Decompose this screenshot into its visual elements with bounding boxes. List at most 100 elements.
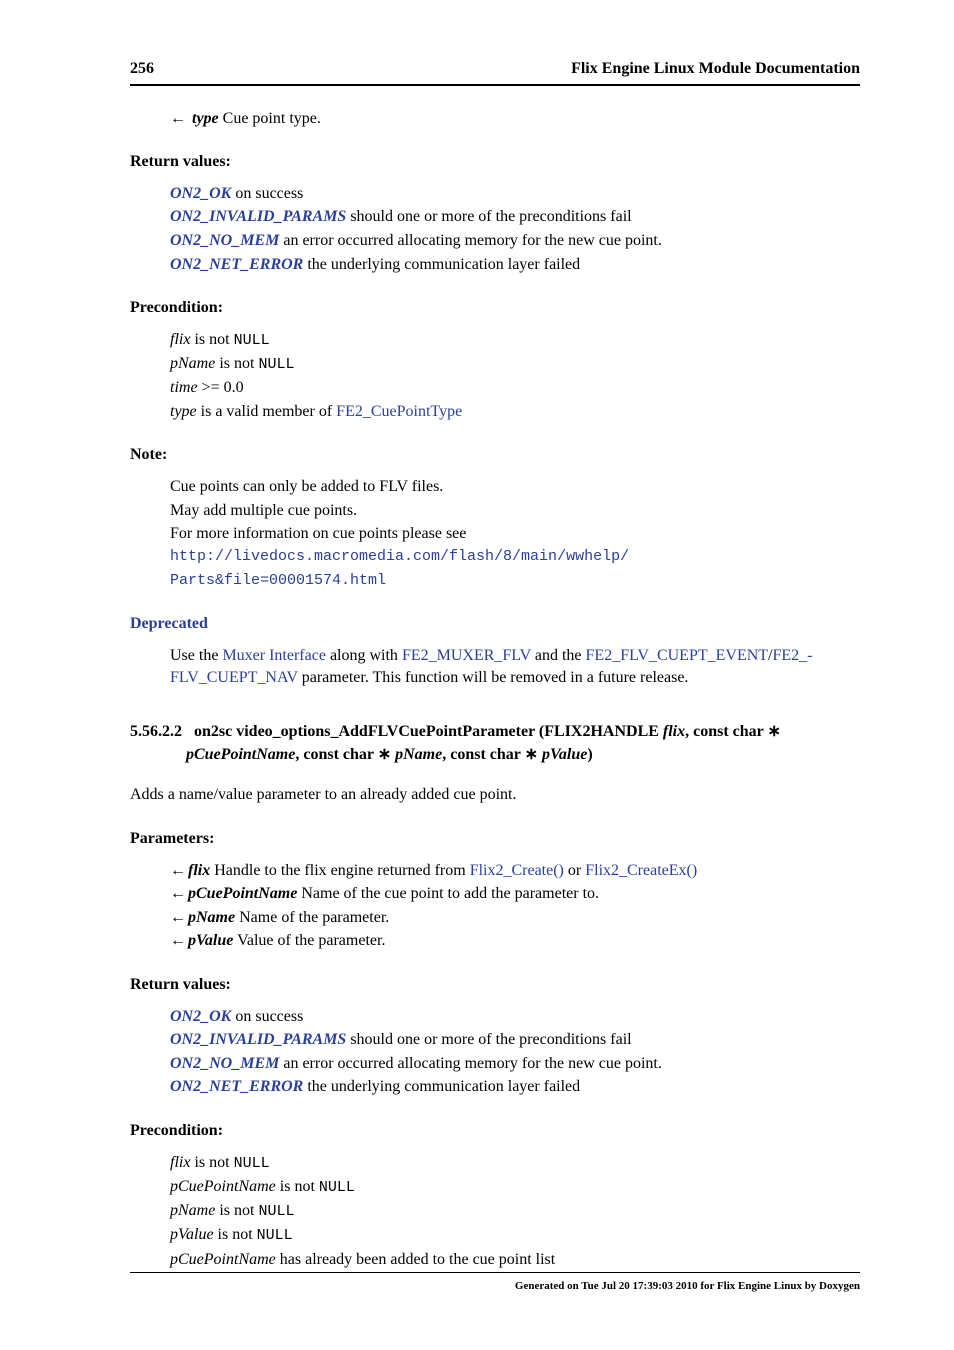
section-5-56-2-2: 5.56.2.2 on2sc video_options_AddFLVCuePo… bbox=[130, 720, 860, 766]
retval-row: ON2_INVALID_PARAMS should one or more of… bbox=[170, 206, 860, 228]
param-text: or bbox=[564, 862, 585, 879]
return-values-block-2: ON2_OK on success ON2_INVALID_PARAMS sho… bbox=[170, 1006, 860, 1098]
parameters-block: ←flix Handle to the flix engine returned… bbox=[170, 860, 860, 952]
precond-var: time bbox=[170, 379, 198, 396]
dep-text: Use the bbox=[170, 647, 222, 664]
param-desc: Name of the cue point to add the paramet… bbox=[301, 885, 599, 902]
retval-key: ON2_OK bbox=[170, 1008, 231, 1025]
note-line: May add multiple cue points. bbox=[170, 500, 860, 522]
precond-text: is a valid member of bbox=[197, 403, 337, 420]
note-text: For more information on cue points pleas… bbox=[170, 525, 466, 542]
dep-text: and the bbox=[531, 647, 586, 664]
param-row: ←flix Handle to the flix engine returned… bbox=[170, 860, 860, 882]
arrow-icon: ← bbox=[170, 108, 188, 130]
precond-null: NULL bbox=[258, 356, 294, 373]
precond-var: pValue bbox=[170, 1226, 214, 1243]
arrow-icon: ← bbox=[170, 930, 188, 952]
param-name: pValue bbox=[188, 932, 233, 949]
retval-key: ON2_INVALID_PARAMS bbox=[170, 208, 346, 225]
precond-null: NULL bbox=[319, 1179, 355, 1196]
param-name: type bbox=[192, 110, 219, 127]
heading-precondition-1: Precondition: bbox=[130, 297, 860, 319]
param-link[interactable]: Flix2_CreateEx() bbox=[585, 862, 697, 879]
precond-var: type bbox=[170, 403, 197, 420]
footer-text: Generated on Tue Jul 20 17:39:03 2010 fo… bbox=[130, 1279, 860, 1294]
heading-deprecated[interactable]: Deprecated bbox=[130, 613, 860, 635]
retval-desc: the underlying communication layer faile… bbox=[307, 1078, 580, 1095]
header-rule-bot bbox=[130, 85, 860, 86]
retval-key: ON2_NET_ERROR bbox=[170, 1078, 303, 1095]
page-footer: Generated on Tue Jul 20 17:39:03 2010 fo… bbox=[130, 1264, 860, 1294]
retval-key: ON2_OK bbox=[170, 185, 231, 202]
note-url[interactable]: http://livedocs.macromedia.com/flash/8/m… bbox=[170, 548, 629, 565]
sig-param: pValue bbox=[542, 746, 587, 763]
note-url-cont[interactable]: Parts&file=00001574.html bbox=[170, 572, 386, 589]
retval-key: ON2_NO_MEM bbox=[170, 232, 279, 249]
retval-key: ON2_NET_ERROR bbox=[170, 256, 303, 273]
retval-row: ON2_OK on success bbox=[170, 1006, 860, 1028]
retval-desc: the underlying communication layer faile… bbox=[307, 256, 580, 273]
precond-null: NULL bbox=[234, 1155, 270, 1172]
param-name: pCuePointName bbox=[188, 885, 297, 902]
heading-return-values-2: Return values: bbox=[130, 974, 860, 996]
precond-line: pValue is not NULL bbox=[170, 1224, 860, 1246]
sig-text: , const char ∗ bbox=[442, 746, 542, 763]
deprecated-block: Use the Muxer Interface along with FE2_M… bbox=[170, 645, 860, 688]
precond-link[interactable]: FE2_CuePointType bbox=[336, 403, 462, 420]
retval-desc: on success bbox=[235, 1008, 303, 1025]
dep-link-cuept-nav[interactable]: FLV_CUEPT_NAV bbox=[170, 669, 298, 686]
param-desc: Name of the parameter. bbox=[239, 909, 389, 926]
param-text: Handle to the flix engine returned from bbox=[214, 862, 469, 879]
precond-var: pCuePointName bbox=[170, 1178, 276, 1195]
precond-text: is not bbox=[215, 1202, 258, 1219]
param-name: pName bbox=[188, 909, 235, 926]
retval-desc: on success bbox=[235, 185, 303, 202]
sig-text: ) bbox=[587, 746, 592, 763]
arrow-icon: ← bbox=[170, 883, 188, 905]
sig-param: pName bbox=[395, 746, 442, 763]
precond-null: NULL bbox=[258, 1203, 294, 1220]
param-row: ←pCuePointName Name of the cue point to … bbox=[170, 883, 860, 905]
sig-param: pCuePointName bbox=[186, 746, 295, 763]
page-title: Flix Engine Linux Module Documentation bbox=[571, 58, 860, 80]
section-description: Adds a name/value parameter to an alread… bbox=[130, 784, 860, 806]
dep-link-cuept-event[interactable]: FE2_FLV_CUEPT_EVENT bbox=[586, 647, 769, 664]
heading-return-values-1: Return values: bbox=[130, 151, 860, 173]
sig-text: on2sc video_options_AddFLVCuePointParame… bbox=[194, 723, 663, 740]
retval-desc: an error occurred allocating memory for … bbox=[283, 232, 662, 249]
footer-rule bbox=[130, 1272, 860, 1273]
precond-var: flix bbox=[170, 1154, 190, 1171]
param-desc: Value of the parameter. bbox=[237, 932, 385, 949]
section-number: 5.56.2.2 bbox=[130, 723, 182, 740]
precond-var: pName bbox=[170, 1202, 215, 1219]
page-number: 256 bbox=[130, 58, 154, 80]
retval-row: ON2_NET_ERROR the underlying communicati… bbox=[170, 254, 860, 276]
dep-text: parameter. This function will be removed… bbox=[298, 669, 689, 686]
param-link[interactable]: Flix2_Create() bbox=[470, 862, 564, 879]
note-block: Cue points can only be added to FLV file… bbox=[170, 476, 860, 591]
precond-line: pName is not NULL bbox=[170, 353, 860, 375]
heading-precondition-2: Precondition: bbox=[130, 1120, 860, 1142]
param-name: flix bbox=[188, 862, 210, 879]
dep-link-fe2[interactable]: FE2_- bbox=[773, 647, 813, 664]
precond-text: is not bbox=[215, 355, 258, 372]
dep-link-muxerflv[interactable]: FE2_MUXER_FLV bbox=[402, 647, 531, 664]
heading-parameters: Parameters: bbox=[130, 828, 860, 850]
retval-row: ON2_NO_MEM an error occurred allocating … bbox=[170, 230, 860, 252]
param-row: ←pName Name of the parameter. bbox=[170, 907, 860, 929]
dep-link-muxer[interactable]: Muxer Interface bbox=[222, 647, 326, 664]
retval-row: ON2_INVALID_PARAMS should one or more of… bbox=[170, 1029, 860, 1051]
retval-row: ON2_NET_ERROR the underlying communicati… bbox=[170, 1076, 860, 1098]
precond-line: flix is not NULL bbox=[170, 329, 860, 351]
sig-text: , const char ∗ bbox=[685, 723, 781, 740]
retval-row: ON2_NO_MEM an error occurred allocating … bbox=[170, 1053, 860, 1075]
precond-line: pName is not NULL bbox=[170, 1200, 860, 1222]
precond-var: flix bbox=[170, 331, 190, 348]
retval-key: ON2_NO_MEM bbox=[170, 1055, 279, 1072]
retval-desc: should one or more of the preconditions … bbox=[350, 1031, 631, 1048]
retval-desc: an error occurred allocating memory for … bbox=[283, 1055, 662, 1072]
precond-line: type is a valid member of FE2_CuePointTy… bbox=[170, 401, 860, 423]
precond-line: flix is not NULL bbox=[170, 1152, 860, 1174]
dep-text: along with bbox=[326, 647, 402, 664]
param-type: ← type Cue point type. bbox=[170, 108, 860, 130]
